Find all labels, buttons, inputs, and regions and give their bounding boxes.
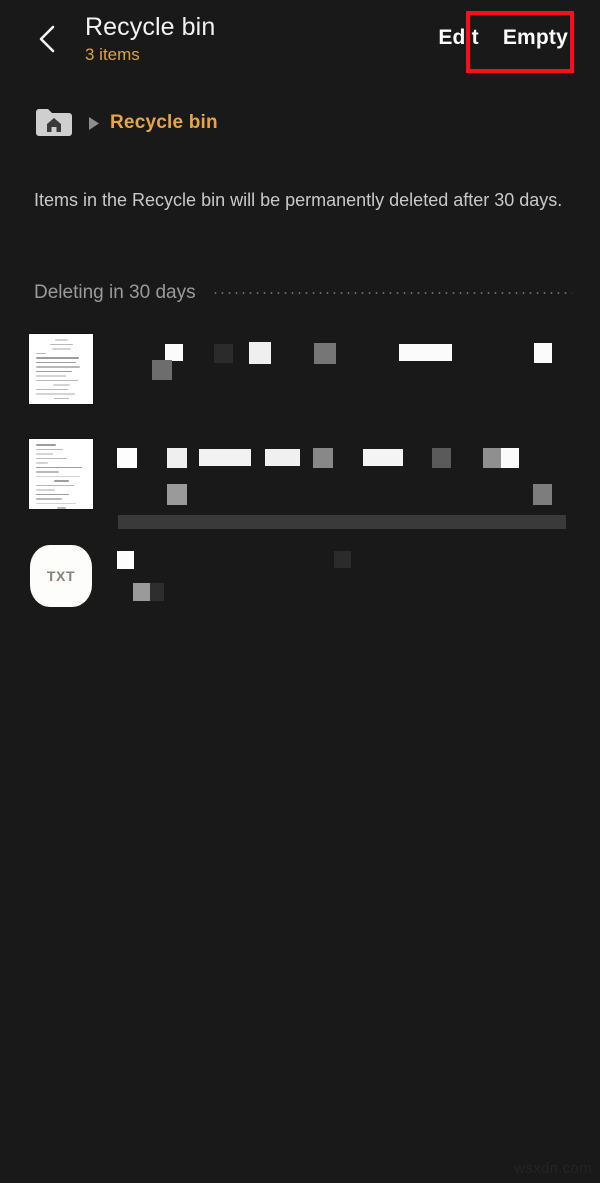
site-watermark: wsxdn.com (514, 1160, 592, 1177)
document-thumbnail (28, 333, 94, 405)
section-header: Deleting in 30 days (34, 282, 572, 304)
header-title-group: Recycle bin 3 items (85, 12, 215, 66)
page-title: Recycle bin (85, 13, 216, 41)
redaction-block (533, 484, 552, 505)
chevron-left-icon (36, 23, 58, 55)
header-actions: Edit Empty (428, 22, 582, 54)
section-header-label: Deleting in 30 days (34, 282, 196, 303)
redaction-block (117, 448, 137, 468)
home-folder-icon[interactable] (34, 106, 76, 140)
document-thumbnail (28, 438, 94, 510)
txt-file-icon-label: TXT (46, 568, 76, 584)
breadcrumb: Recycle bin (34, 104, 218, 142)
redaction-block (334, 551, 351, 568)
redaction-block (501, 448, 519, 468)
back-button[interactable] (30, 22, 64, 56)
retention-info-text: Items in the Recycle bin will be permane… (34, 190, 563, 210)
redaction-block (150, 583, 164, 601)
redaction-block (117, 551, 134, 569)
redaction-block (167, 484, 187, 505)
redaction-block (152, 360, 172, 380)
list-item[interactable] (0, 438, 600, 538)
redaction-block (167, 448, 187, 468)
redaction-block (165, 344, 183, 361)
list-item[interactable] (0, 333, 600, 433)
list-item[interactable]: TXT (0, 545, 600, 625)
breadcrumb-current[interactable]: Recycle bin (110, 112, 218, 134)
redaction-block (399, 344, 452, 361)
redaction-block (363, 449, 403, 466)
triangle-right-icon (76, 116, 110, 131)
redaction-block (199, 449, 251, 466)
app-header: Recycle bin 3 items Edit Empty (0, 0, 600, 86)
txt-file-icon: TXT (30, 545, 92, 607)
redaction-block (483, 448, 501, 468)
redaction-block (214, 344, 233, 363)
empty-button[interactable]: Empty (489, 22, 582, 54)
item-count: 3 items (85, 45, 140, 64)
redaction-block (432, 448, 451, 468)
redaction-block (534, 343, 552, 363)
edit-button[interactable]: Edit (428, 22, 488, 54)
redaction-block (265, 449, 300, 466)
redaction-block (313, 448, 333, 468)
redaction-block (314, 343, 336, 364)
progress-bar (118, 515, 566, 529)
redaction-block (133, 583, 150, 601)
redaction-block (249, 342, 271, 364)
section-divider-dotted (211, 292, 572, 294)
